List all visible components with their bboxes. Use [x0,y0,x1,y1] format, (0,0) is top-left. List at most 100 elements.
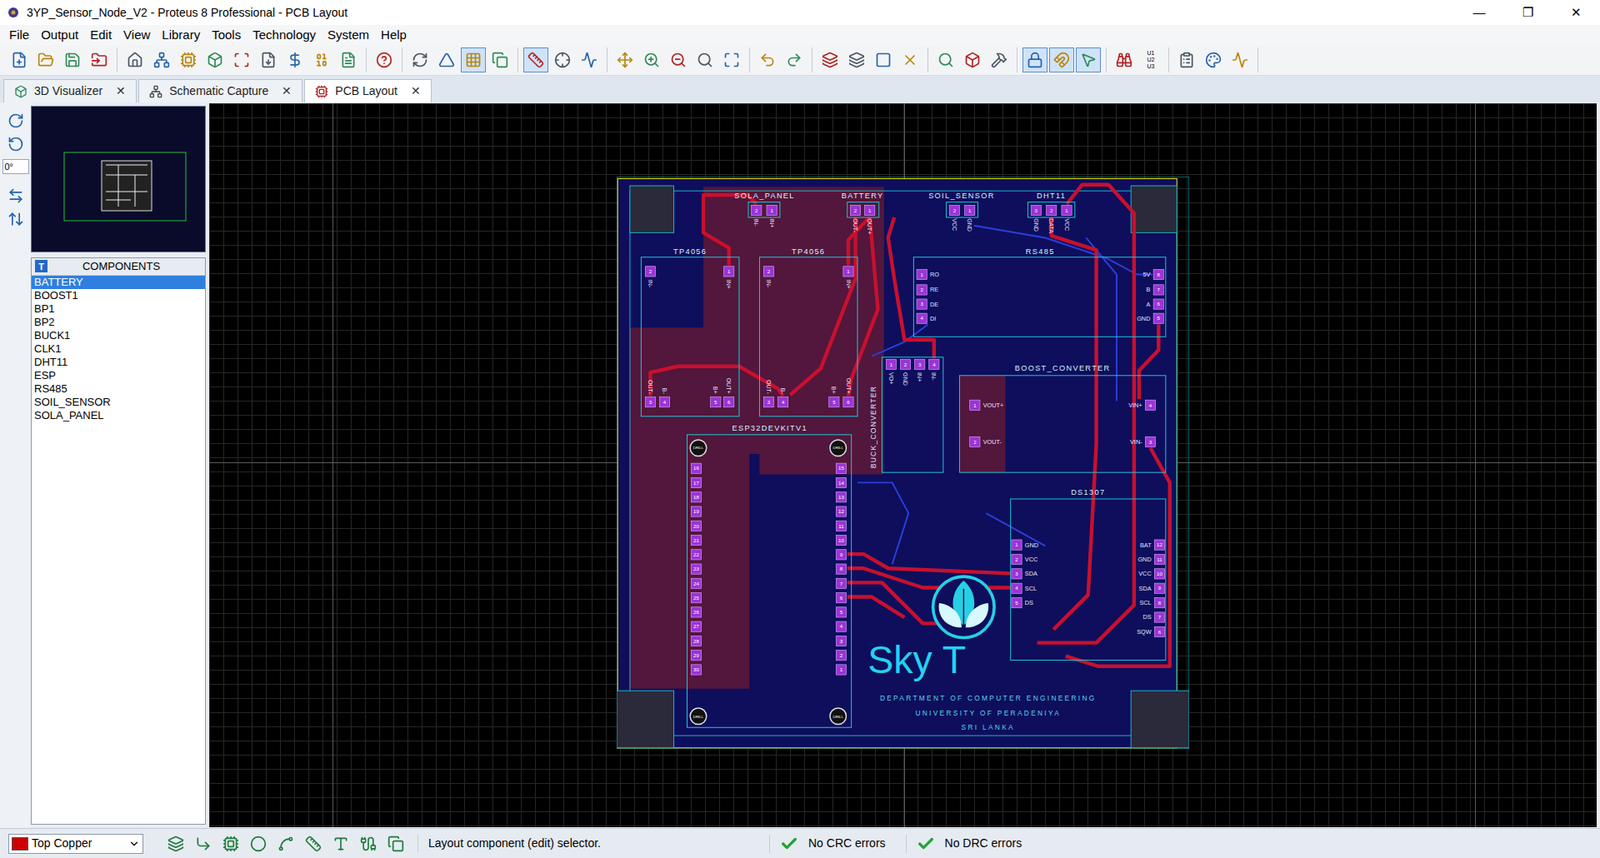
component-item[interactable]: BUCK1 [31,329,205,343]
pad[interactable]: 2IN- [751,205,762,227]
pad[interactable]: 22 [690,550,701,560]
menu-item[interactable]: File [3,25,35,45]
pcb-component[interactable]: BATTERY2OUT-1OUT+ [841,191,885,235]
toolbar-button[interactable] [335,47,361,73]
toolbar-button[interactable] [755,47,780,73]
component-item[interactable]: SOLA_PANEL [31,409,205,423]
pad[interactable]: 28 [690,635,701,646]
bottom-trace[interactable] [974,225,1153,275]
component-item[interactable]: CLK1 [31,342,205,356]
toolbar-button[interactable] [665,47,691,73]
pcb-component[interactable]: TP40562IN-1IN+3OUT-4B-5B+6OUT+ [759,247,858,417]
component-item[interactable]: RS485 [31,382,205,396]
pcb-component[interactable]: SOIL_SENSOR2VCC1GND [928,191,995,232]
pad[interactable]: 6SQW [1136,626,1165,637]
layer-select[interactable]: Top Copper [8,834,144,855]
pad[interactable]: 1GND [1011,540,1039,550]
pcb-component[interactable]: RS4851RO2RE3DE4DI85V7B6A5GND [913,247,1165,337]
toolbar-button[interactable] [960,47,985,73]
toolbar-button[interactable] [1049,47,1075,73]
check-status[interactable]: No DRC errors [905,835,1033,854]
pad[interactable]: 7B [1146,285,1165,295]
pcb-component[interactable]: ESP32DEVKITV1DRILLDRILLDRILLDRILL1617181… [686,424,851,728]
check-status[interactable]: No CRC errors [769,835,896,854]
toolbar-button[interactable] [487,47,513,73]
pad[interactable]: 19 [690,506,701,517]
toolbar-button[interactable] [371,47,397,73]
pad[interactable]: 15 [835,463,846,474]
bottom-trace[interactable] [857,482,909,565]
pad[interactable]: 1IN+ [724,266,735,290]
pad[interactable]: 9 [835,550,846,560]
pad[interactable]: 5B+ [710,386,721,408]
pad[interactable]: 1VOUT+ [970,400,1005,410]
status-tool[interactable] [190,831,215,856]
menu-item[interactable]: Help [375,25,413,45]
annotate-button[interactable]: U1U2U3 [1138,47,1164,73]
pad[interactable]: 3IN+ [915,359,925,382]
pad[interactable]: 4 [835,621,846,632]
pad[interactable]: 4B- [659,388,670,408]
toolbar-button[interactable] [229,47,255,73]
pcb-component[interactable]: BOOST_CONVERTER1VOUT+2VOUT-4VIN+3VIN- [959,364,1165,473]
menu-item[interactable]: Library [155,25,206,45]
toolbar-button[interactable] [897,47,923,73]
pad[interactable]: 2IN- [763,266,774,289]
pad[interactable]: 5B+ [829,386,840,408]
pad[interactable]: 18 [690,492,701,503]
tab-close[interactable]: ✕ [410,82,421,100]
pad[interactable]: 6A [1146,299,1165,310]
window-control[interactable]: ❐ [1503,0,1552,25]
top-trace[interactable] [1065,448,1170,667]
pad[interactable]: 1OUT+ [865,205,875,235]
pcb-component[interactable]: DHT113GND2DATA1VCC [1028,191,1075,235]
pad[interactable]: 1IN+ [766,205,777,228]
component-item[interactable]: BP2 [31,315,205,330]
pad[interactable]: 1VO+ [885,359,896,385]
component-item[interactable]: BOOST1 [31,289,205,303]
toolbar-button[interactable] [460,47,486,73]
toolbar-button[interactable] [1174,47,1200,73]
toolbar-button[interactable] [639,47,665,73]
component-item[interactable]: BATTERY [31,275,205,290]
pad[interactable]: 2VOUT- [970,436,1003,447]
toolbar-button[interactable] [6,47,32,73]
component-item[interactable]: ESP [31,369,205,383]
toolbar-button[interactable] [933,47,959,73]
pcb-component[interactable]: TP40562IN-1IN+3OUT-4B-5B+6OUT+ [640,247,740,417]
toolbar-button[interactable] [86,47,112,73]
pad[interactable]: 2OUT- [850,205,860,234]
toolbar-button[interactable] [692,47,718,73]
tab[interactable]: 3D Visualizer✕ [3,79,137,103]
pcb-component[interactable]: SOLA_PANEL2IN-1IN+ [734,191,795,229]
toolbar-button[interactable] [1075,47,1101,73]
rotate-ccw-icon[interactable] [7,135,25,153]
status-tool[interactable] [273,831,298,856]
status-tool[interactable] [218,831,243,856]
pad[interactable]: 2DATA [1046,205,1057,234]
pad[interactable]: 24 [690,578,701,589]
pad[interactable]: 1IN+ [843,266,854,290]
pad[interactable]: 6 [835,593,846,604]
pad[interactable]: 8 [835,564,846,575]
pad[interactable]: 4DI [916,313,936,324]
pad[interactable]: 2VCC [1011,554,1039,565]
toolbar-button[interactable] [1227,47,1253,73]
pad[interactable]: 2IN- [645,266,655,289]
pcb-component[interactable]: BUCK_CONVERTER1VO+2GND3IN+4IN- [869,357,944,473]
pad[interactable]: 5GND [1136,313,1164,324]
pad[interactable]: 23 [690,564,701,575]
menu-item[interactable]: View [117,25,156,45]
pad[interactable]: 4B- [777,388,788,408]
pad[interactable]: 13 [835,492,846,503]
pad[interactable]: 3GND [1030,205,1041,232]
pad[interactable]: 85V [1142,269,1164,280]
status-tool[interactable] [328,831,353,856]
pad[interactable]: 29 [690,650,701,661]
pad[interactable]: 10 [835,535,846,545]
toolbar-button[interactable] [60,47,85,73]
pad[interactable]: 5DS [1011,598,1034,609]
status-tool[interactable] [163,831,188,856]
pad[interactable]: 3VIN- [1130,436,1156,447]
top-trace[interactable] [790,217,855,395]
